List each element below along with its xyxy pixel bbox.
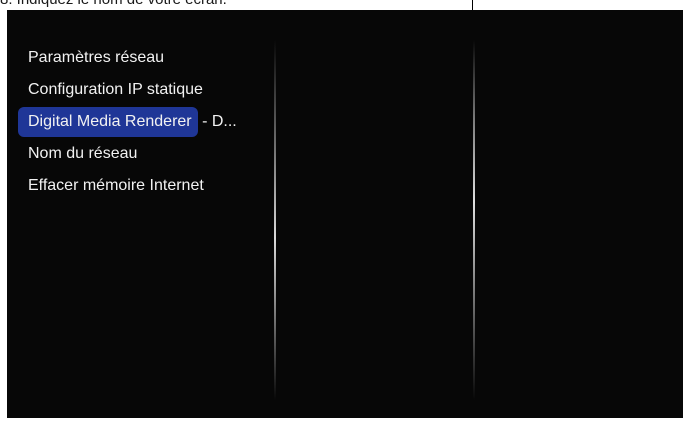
tv-menu-screen: Paramètres réseau Configuration IP stati… — [7, 10, 683, 418]
column-divider-right — [473, 40, 475, 400]
selection-highlight: Digital Media Renderer — [18, 107, 198, 137]
column-divider-left — [274, 40, 276, 400]
menu-item-label: Paramètres réseau — [28, 49, 165, 66]
menu-item-network-name[interactable]: Nom du réseau — [18, 138, 237, 170]
caption-marker — [472, 0, 473, 10]
instruction-caption: 8. Indiquez le nom de votre écran. — [0, 0, 227, 9]
menu-item-label: Configuration IP statique — [28, 81, 203, 98]
menu-item-static-ip-configuration[interactable]: Configuration IP statique — [18, 74, 237, 106]
menu-item-label: Nom du réseau — [28, 145, 138, 162]
menu-item-value: - D... — [197, 113, 237, 130]
menu-item-clear-internet-memory[interactable]: Effacer mémoire Internet — [18, 170, 237, 202]
menu-item-digital-media-renderer[interactable]: Digital Media Renderer - D... — [18, 106, 237, 138]
menu-item-label: Effacer mémoire Internet — [28, 177, 204, 194]
menu-item-network-settings[interactable]: Paramètres réseau — [18, 42, 237, 74]
network-settings-menu: Paramètres réseau Configuration IP stati… — [18, 42, 237, 202]
page: 8. Indiquez le nom de votre écran. Param… — [0, 0, 683, 427]
menu-item-label: Digital Media Renderer — [28, 113, 192, 130]
